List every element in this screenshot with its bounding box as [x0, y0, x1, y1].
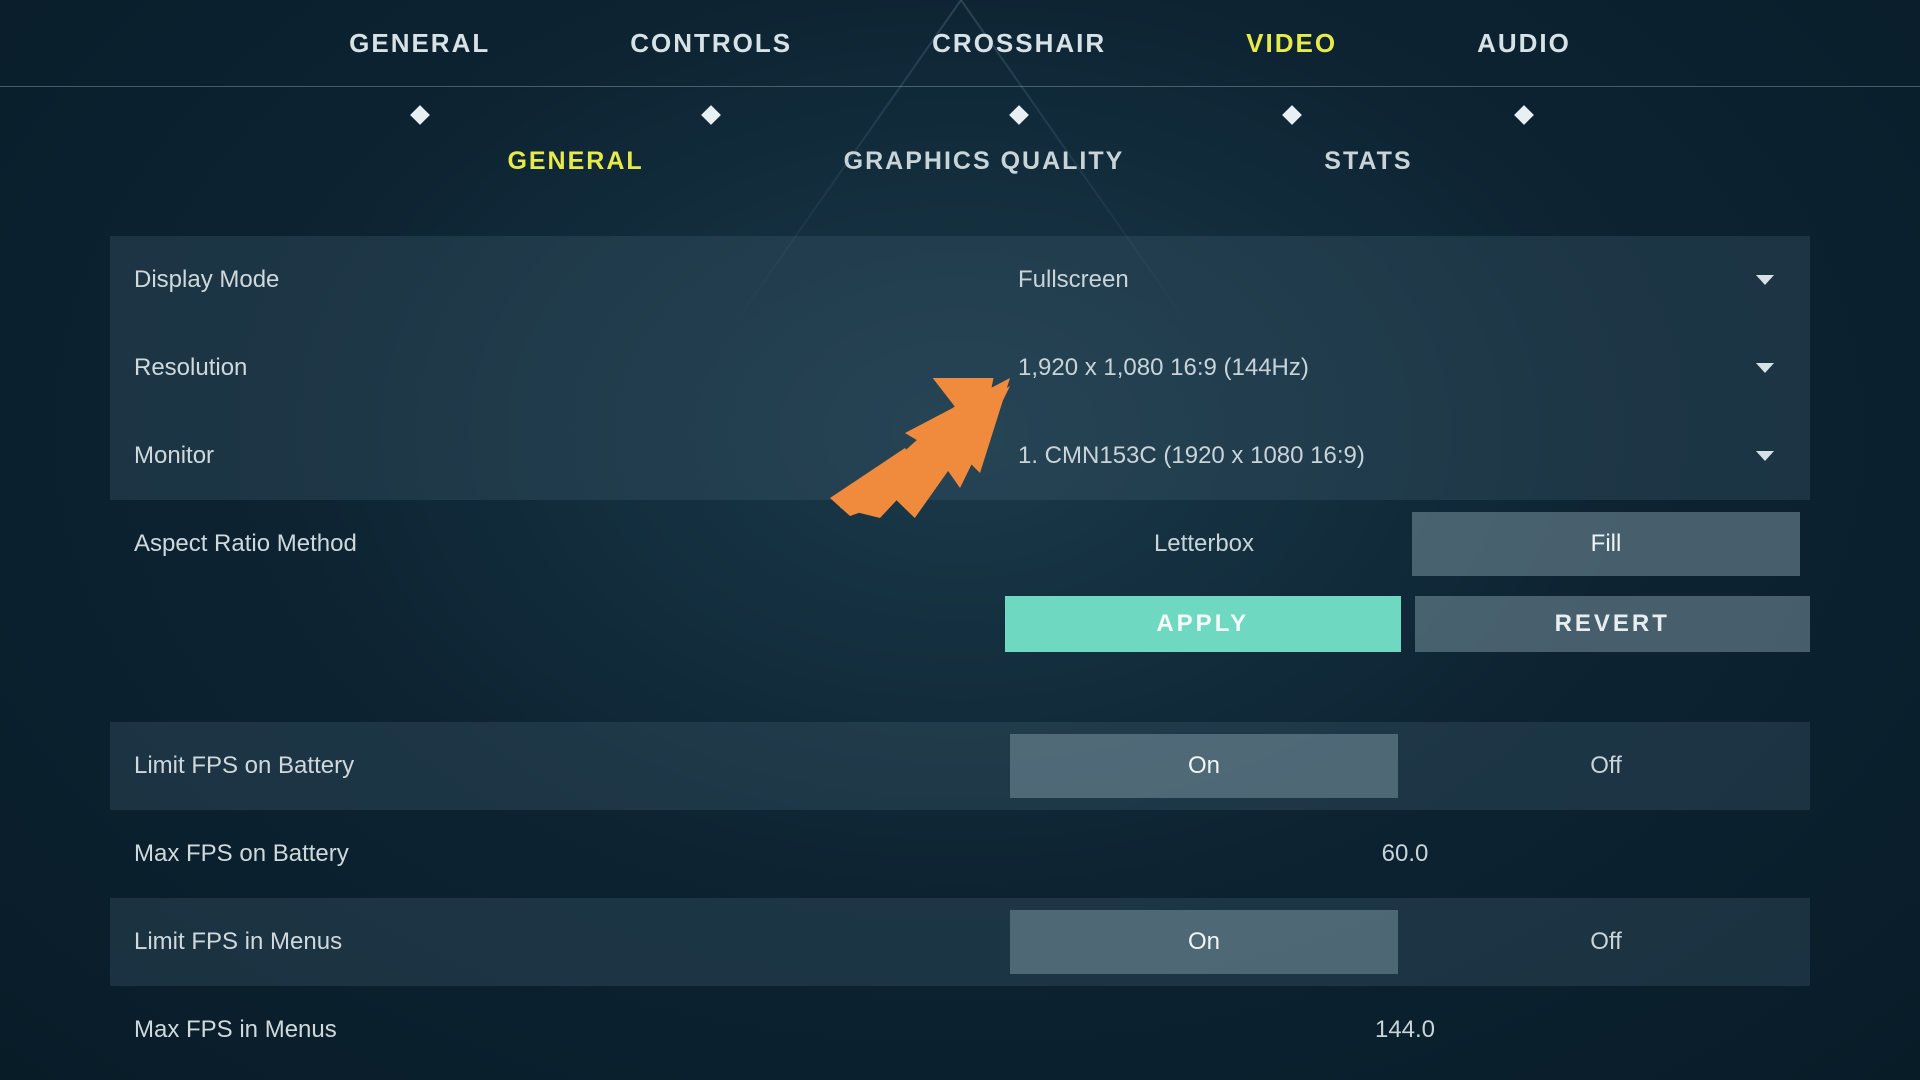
setting-label: Limit FPS in Menus	[110, 928, 1010, 956]
diamond-icon	[701, 105, 721, 125]
limit-fps-battery-off[interactable]: Off	[1412, 734, 1800, 798]
tab-label: GENERAL	[349, 28, 490, 58]
sub-tabs: GENERAL GRAPHICS QUALITY STATS	[0, 147, 1920, 176]
monitor-dropdown[interactable]: 1. CMN153C (1920 x 1080 16:9)	[1010, 412, 1810, 500]
tab-label: CROSSHAIR	[932, 28, 1106, 58]
diamond-icon	[1009, 105, 1029, 125]
max-fps-battery-value-wrap[interactable]: 60.0	[1010, 840, 1810, 868]
tab-crosshair[interactable]: CROSSHAIR	[932, 28, 1106, 89]
tab-general[interactable]: GENERAL	[349, 28, 490, 89]
dropdown-value: 1,920 x 1,080 16:9 (144Hz)	[1018, 354, 1309, 382]
row-max-fps-menus: Max FPS in Menus 144.0	[110, 986, 1810, 1074]
limit-fps-menus-off[interactable]: Off	[1412, 910, 1800, 974]
tab-label: AUDIO	[1477, 28, 1571, 58]
apply-revert-row: APPLY REVERT	[1005, 596, 1810, 652]
limit-fps-battery-on[interactable]: On	[1010, 734, 1398, 798]
diamond-icon	[410, 105, 430, 125]
chevron-down-icon	[1756, 451, 1774, 461]
setting-label: Monitor	[110, 442, 1010, 470]
tab-audio[interactable]: AUDIO	[1477, 28, 1571, 89]
aspect-letterbox-button[interactable]: Letterbox	[1010, 512, 1398, 576]
display-mode-dropdown[interactable]: Fullscreen	[1010, 236, 1810, 324]
row-monitor: Monitor 1. CMN153C (1920 x 1080 16:9)	[110, 412, 1810, 500]
limit-fps-menus-toggle: On Off	[1010, 910, 1810, 974]
setting-label: Resolution	[110, 354, 1010, 382]
subtab-stats[interactable]: STATS	[1324, 147, 1412, 176]
aspect-fill-button[interactable]: Fill	[1412, 512, 1800, 576]
setting-label: Max FPS in Menus	[110, 1016, 1010, 1044]
row-limit-fps-battery: Limit FPS on Battery On Off	[110, 722, 1810, 810]
tab-controls[interactable]: CONTROLS	[630, 28, 792, 89]
limit-fps-menus-on[interactable]: On	[1010, 910, 1398, 974]
setting-label: Aspect Ratio Method	[110, 530, 1010, 558]
chevron-down-icon	[1756, 363, 1774, 373]
tab-video[interactable]: VIDEO	[1246, 28, 1337, 89]
setting-label: Display Mode	[110, 266, 1010, 294]
setting-label: Limit FPS on Battery	[110, 752, 1010, 780]
max-fps-menus-value: 144.0	[1010, 1016, 1810, 1044]
tab-label: VIDEO	[1246, 28, 1337, 58]
dropdown-value: 1. CMN153C (1920 x 1080 16:9)	[1018, 442, 1365, 470]
subtab-graphics-quality[interactable]: GRAPHICS QUALITY	[844, 147, 1125, 176]
row-max-fps-battery: Max FPS on Battery 60.0	[110, 810, 1810, 898]
diamond-icon	[1282, 105, 1302, 125]
tab-label: CONTROLS	[630, 28, 792, 58]
row-limit-fps-menus: Limit FPS in Menus On Off	[110, 898, 1810, 986]
spacer	[110, 652, 1810, 722]
apply-button[interactable]: APPLY	[1005, 596, 1401, 652]
row-aspect-ratio: Aspect Ratio Method Letterbox Fill	[110, 500, 1810, 588]
revert-button[interactable]: REVERT	[1415, 596, 1811, 652]
subtab-general[interactable]: GENERAL	[507, 147, 643, 176]
max-fps-menus-value-wrap[interactable]: 144.0	[1010, 1016, 1810, 1044]
resolution-dropdown[interactable]: 1,920 x 1,080 16:9 (144Hz)	[1010, 324, 1810, 412]
aspect-ratio-toggle: Letterbox Fill	[1010, 512, 1810, 576]
settings-panel: Display Mode Fullscreen Resolution 1,920…	[110, 236, 1810, 1074]
diamond-icon	[1514, 105, 1534, 125]
row-resolution: Resolution 1,920 x 1,080 16:9 (144Hz)	[110, 324, 1810, 412]
setting-label: Max FPS on Battery	[110, 840, 1010, 868]
chevron-down-icon	[1756, 275, 1774, 285]
max-fps-battery-value: 60.0	[1010, 840, 1810, 868]
row-display-mode: Display Mode Fullscreen	[110, 236, 1810, 324]
dropdown-value: Fullscreen	[1018, 266, 1129, 294]
top-tabs: GENERAL CONTROLS CROSSHAIR VIDEO AUDIO	[0, 0, 1920, 89]
limit-fps-battery-toggle: On Off	[1010, 734, 1810, 798]
